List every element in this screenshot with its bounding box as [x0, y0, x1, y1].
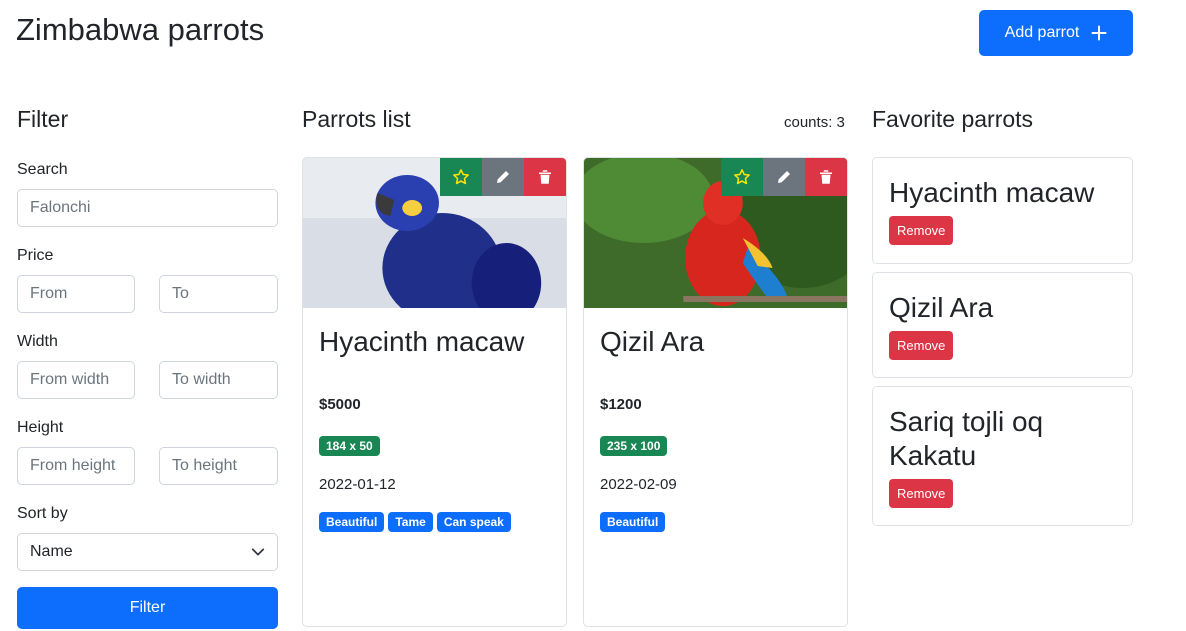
- search-label: Search: [17, 161, 68, 178]
- remove-button[interactable]: Remove: [889, 331, 954, 360]
- pencil-icon: [497, 171, 509, 183]
- favorite-item: Qizil Ara Remove: [872, 272, 1133, 378]
- tag-badge: Beautiful: [600, 512, 666, 532]
- tag-badge: Tame: [388, 512, 433, 532]
- parrot-price: $1200: [600, 396, 642, 413]
- filter-button[interactable]: Filter: [17, 587, 278, 629]
- add-parrot-button[interactable]: Add parrot: [979, 10, 1133, 56]
- trash-icon: [820, 170, 832, 184]
- parrot-name: Qizil Ara: [600, 326, 705, 357]
- favorites-title: Favorite parrots: [872, 106, 1034, 132]
- sort-select[interactable]: Name: [17, 533, 278, 571]
- parrots-list-title: Parrots list: [302, 106, 411, 132]
- delete-button[interactable]: [524, 158, 566, 196]
- favorite-item: Sariq tojli oq Kakatu Remove: [872, 386, 1133, 526]
- remove-button[interactable]: Remove: [889, 216, 954, 245]
- delete-button[interactable]: [805, 158, 847, 196]
- page-title: Zimbabwa parrots: [16, 12, 265, 47]
- favorite-button[interactable]: [440, 158, 482, 196]
- parrot-date: 2022-02-09: [600, 476, 677, 493]
- tag-badge: Can speak: [436, 512, 511, 532]
- width-to-input[interactable]: [159, 361, 278, 399]
- parrot-card: Hyacinth macaw $5000 184 x 50 2022-01-12…: [302, 157, 567, 627]
- tag-badge: Beautiful: [319, 512, 385, 532]
- size-badge: 184 x 50: [319, 436, 380, 456]
- filter-title: Filter: [17, 106, 69, 132]
- add-parrot-label: Add parrot: [1004, 24, 1080, 41]
- size-badge: 235 x 100: [600, 436, 668, 456]
- favorite-name: Sariq tojli oq Kakatu: [889, 406, 1044, 471]
- parrot-date: 2022-01-12: [319, 476, 396, 493]
- height-label: Height: [17, 419, 64, 436]
- chevron-down-icon: [251, 548, 265, 556]
- height-from-input[interactable]: [17, 447, 135, 485]
- sort-selected-value: Name: [30, 543, 73, 560]
- parrot-price: $5000: [319, 396, 361, 413]
- remove-button[interactable]: Remove: [889, 479, 954, 508]
- star-icon: [734, 169, 750, 185]
- sort-label: Sort by: [17, 505, 68, 522]
- favorite-name: Qizil Ara: [889, 292, 994, 323]
- favorite-item: Hyacinth macaw Remove: [872, 157, 1133, 264]
- search-input[interactable]: [17, 189, 278, 227]
- plus-icon: [1091, 25, 1107, 41]
- trash-icon: [539, 170, 551, 184]
- width-label: Width: [17, 333, 58, 350]
- width-from-input[interactable]: [17, 361, 135, 399]
- edit-button[interactable]: [482, 158, 524, 196]
- pencil-icon: [778, 171, 790, 183]
- price-label: Price: [17, 247, 54, 264]
- parrot-card: Qizil Ara $1200 235 x 100 2022-02-09 Bea…: [583, 157, 848, 627]
- parrots-count: counts: 3: [784, 114, 845, 131]
- parrot-name: Hyacinth macaw: [319, 326, 525, 357]
- price-to-input[interactable]: [159, 275, 278, 313]
- price-from-input[interactable]: [17, 275, 135, 313]
- favorite-button[interactable]: [721, 158, 763, 196]
- favorite-name: Hyacinth macaw: [889, 177, 1095, 208]
- star-icon: [453, 169, 469, 185]
- height-to-input[interactable]: [159, 447, 278, 485]
- edit-button[interactable]: [763, 158, 805, 196]
